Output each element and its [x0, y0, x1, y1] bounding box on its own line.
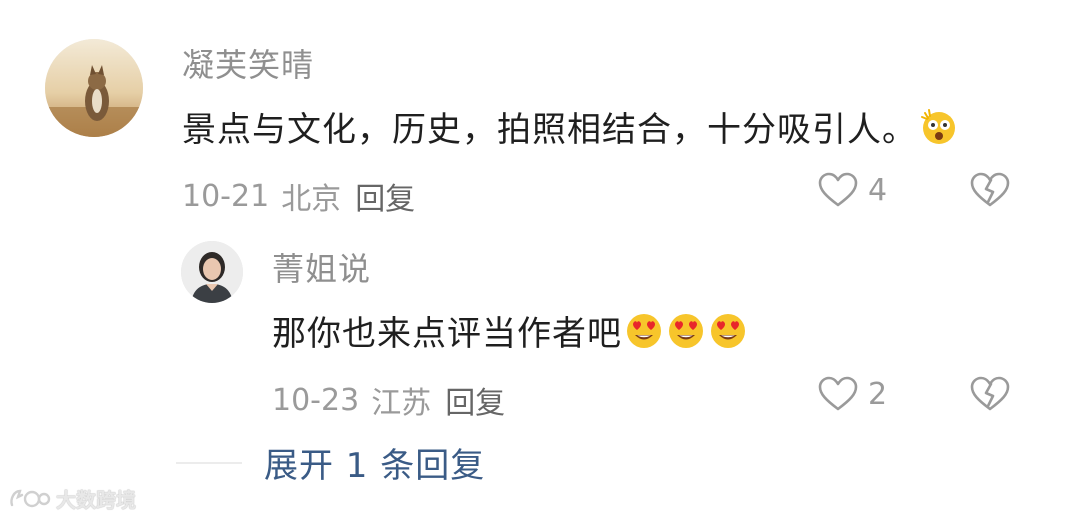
- heart-outline-icon: [818, 376, 858, 412]
- comment-meta: 10-21 北京 回复: [182, 174, 415, 218]
- watermark-logo-icon: [10, 489, 51, 507]
- watermark-text: 大数跨境: [56, 488, 136, 512]
- comment-location: 北京: [281, 182, 342, 217]
- heart-outline-icon: [818, 172, 858, 208]
- comment-like-count: 4: [868, 172, 888, 208]
- reply-date: 10-23: [272, 382, 360, 418]
- reply-like-count: 2: [868, 376, 888, 412]
- reply-like-button[interactable]: 2: [818, 376, 887, 412]
- comment-like-button[interactable]: 4: [818, 172, 887, 208]
- broken-heart-icon: [970, 172, 1010, 207]
- comment-reply-button[interactable]: 回复: [355, 174, 415, 218]
- reply-location: 江苏: [371, 386, 432, 421]
- commenter-avatar[interactable]: [45, 39, 143, 137]
- reply-text-content: 那你也来点评当作者吧: [272, 314, 622, 354]
- commenter-username[interactable]: 凝芙笑晴: [182, 40, 314, 86]
- comment-text: 景点与文化，历史，拍照相结合，十分吸引人。: [182, 102, 959, 151]
- heart-eyes-emoji: [624, 311, 664, 351]
- reply-meta: 10-23 江苏 回复: [272, 378, 505, 422]
- replier-username[interactable]: 菁姐说: [272, 244, 371, 290]
- reply-reply-button[interactable]: 回复: [445, 378, 505, 422]
- broken-heart-icon: [970, 376, 1010, 411]
- heart-eyes-emoji: [666, 311, 706, 351]
- reply-dislike-button[interactable]: [970, 376, 1010, 412]
- astonished-face-emoji: [919, 107, 959, 147]
- heart-eyes-emoji: [708, 311, 748, 351]
- expand-divider: [176, 462, 242, 464]
- replier-avatar[interactable]: [181, 241, 243, 303]
- expand-replies-button[interactable]: 展开 1 条回复: [264, 438, 485, 487]
- reply-text: 那你也来点评当作者吧: [272, 306, 748, 355]
- comment-dislike-button[interactable]: [970, 172, 1010, 208]
- comment-date: 10-21: [182, 178, 270, 214]
- watermark: 大数跨境: [8, 484, 136, 513]
- comment-text-content: 景点与文化，历史，拍照相结合，十分吸引人。: [182, 110, 917, 150]
